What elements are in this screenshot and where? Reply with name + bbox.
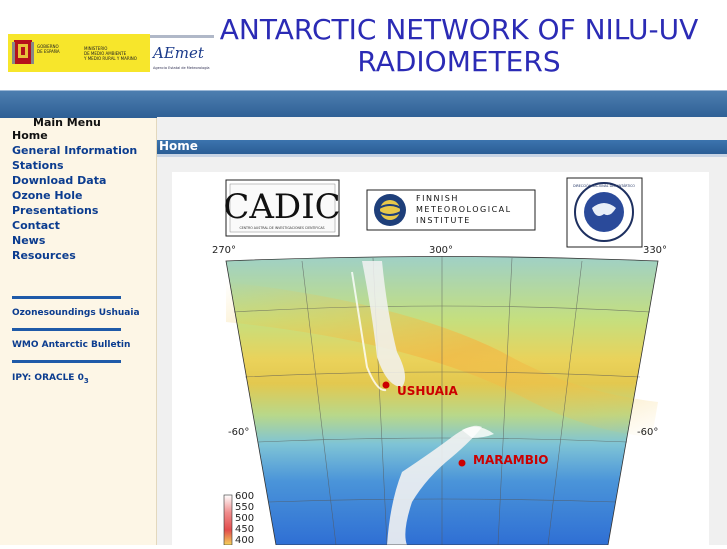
cadic-logo-text: CADIC <box>223 187 340 227</box>
dna-logo[interactable]: DIRECCIÓN NACIONAL DEL ANTÁRTICO <box>566 177 643 248</box>
main-content: Home CADIC CENTRO AUSTRAL DE INVESTIGACI… <box>157 117 727 546</box>
sidebar-separator <box>12 360 121 363</box>
menu-item-presentations[interactable]: Presentations <box>12 204 98 217</box>
fmi-logo[interactable]: FINNISH METEOROLOGICAL INSTITUTE <box>366 189 536 231</box>
link-ipy-oracle-o3[interactable]: IPY: ORACLE 03 <box>12 373 89 385</box>
ministerio-line-3: Y MEDIO RURAL Y MARINO <box>84 56 137 61</box>
menu-item-download-data[interactable]: Download Data <box>12 174 106 187</box>
station-marker-ushuaia[interactable] <box>382 381 390 389</box>
menu-item-home[interactable]: Home <box>12 129 48 142</box>
dna-logo-text: DIRECCIÓN NACIONAL DEL ANTÁRTICO <box>573 183 635 188</box>
gobierno-line-2: DE ESPAÑA <box>37 49 60 54</box>
station-label-ushuaia: USHUAIA <box>397 384 459 398</box>
main-menu-title: Main Menu <box>33 116 101 129</box>
colorbar-label-450: 450 <box>235 524 254 535</box>
lat-label-left: -60° <box>228 427 249 438</box>
colorbar-label-550: 550 <box>235 502 254 513</box>
aemet-name: AEmet <box>153 44 204 62</box>
colorbar: 600 550 500 450 400 <box>223 491 254 546</box>
colorbar-label-500: 500 <box>235 513 254 524</box>
sidebar-separator <box>12 328 121 331</box>
sidebar: Main Menu Home General Information Stati… <box>0 116 157 545</box>
sidebar-separator <box>12 296 121 299</box>
fmi-line-3: INSTITUTE <box>416 216 471 225</box>
link-ozonesoundings-ushuaia[interactable]: Ozonesoundings Ushuaia <box>12 308 140 318</box>
menu-item-news[interactable]: News <box>12 234 45 247</box>
lon-label-300: 300° <box>429 245 453 256</box>
menu-item-contact[interactable]: Contact <box>12 219 60 232</box>
station-label-marambio: MARAMBIO <box>473 453 549 467</box>
cadic-logo-subtitle: CENTRO AUSTRAL DE INVESTIGACIONES CIENTI… <box>239 226 324 230</box>
colorbar-label-600: 600 <box>235 491 254 502</box>
header-logos: GOBIERNO DE ESPAÑA MINISTERIO DE MEDIO A… <box>8 34 213 72</box>
lon-label-330: 330° <box>643 245 667 256</box>
lat-label-right: -60° <box>637 427 658 438</box>
lon-label-270: 270° <box>212 245 236 256</box>
gobierno-logo[interactable]: GOBIERNO DE ESPAÑA MINISTERIO DE MEDIO A… <box>8 34 150 72</box>
site-header: GOBIERNO DE ESPAÑA MINISTERIO DE MEDIO A… <box>0 0 727 90</box>
section-title-bar: Home <box>157 139 727 154</box>
top-banner-bar <box>0 90 727 118</box>
cadic-logo[interactable]: CADIC CENTRO AUSTRAL DE INVESTIGACIONES … <box>223 179 341 237</box>
header-divider <box>150 35 214 38</box>
page-title-line-1: ANTARCTIC NETWORK OF NILU-UV <box>219 13 699 46</box>
menu-item-resources[interactable]: Resources <box>12 249 76 262</box>
ipy-link-subscript: 3 <box>83 376 89 385</box>
section-title: Home <box>159 139 198 153</box>
spain-crest-icon <box>12 40 34 64</box>
aemet-logo[interactable]: AEmet Agencia Estatal de Meteorología <box>153 36 213 72</box>
menu-item-general-information[interactable]: General Information <box>12 144 137 157</box>
ozone-map[interactable] <box>225 256 659 546</box>
menu-item-stations[interactable]: Stations <box>12 159 64 172</box>
page-title-line-2: RADIOMETERS <box>357 45 561 78</box>
aemet-subtitle: Agencia Estatal de Meteorología <box>153 66 210 70</box>
section-title-shadow <box>157 154 727 157</box>
page-title: ANTARCTIC NETWORK OF NILU-UV RADIOMETERS <box>214 14 704 78</box>
station-marker-marambio[interactable] <box>458 459 466 467</box>
colorbar-label-400: 400 <box>235 535 254 545</box>
home-figure: CADIC CENTRO AUSTRAL DE INVESTIGACIONES … <box>212 177 667 546</box>
ipy-link-label: IPY: ORACLE 0 <box>12 373 84 383</box>
fmi-line-1: FINNISH <box>416 194 459 203</box>
link-wmo-antarctic-bulletin[interactable]: WMO Antarctic Bulletin <box>12 340 130 350</box>
menu-item-ozone-hole[interactable]: Ozone Hole <box>12 189 82 202</box>
ministerio-text: MINISTERIO DE MEDIO AMBIENTE Y MEDIO RUR… <box>84 46 137 61</box>
content-panel: CADIC CENTRO AUSTRAL DE INVESTIGACIONES … <box>172 172 709 546</box>
gobierno-text: GOBIERNO DE ESPAÑA <box>37 44 60 54</box>
fmi-line-2: METEOROLOGICAL <box>416 205 512 214</box>
